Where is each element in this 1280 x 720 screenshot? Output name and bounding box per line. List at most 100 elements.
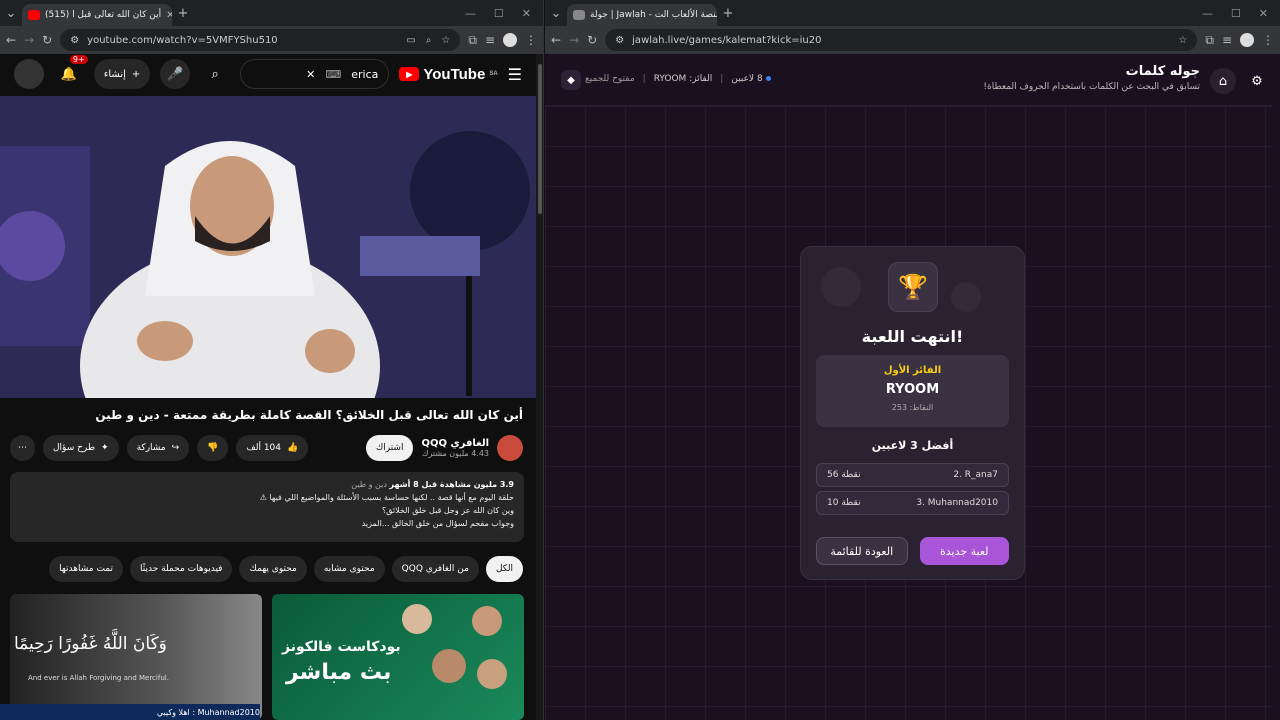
row-points: 10 نقطة <box>827 498 861 508</box>
hamburger-menu-icon[interactable]: ☰ <box>508 65 522 84</box>
channel-name[interactable]: الغافري QQQ <box>421 438 489 449</box>
video-description[interactable]: 3.9 مليون مشاهدة قبل 8 أشهر دين و طين حل… <box>10 472 524 542</box>
leaderboard-row: 56 نقطة 2. R_ana7 <box>816 463 1009 487</box>
desc-meta: 3.9 مليون مشاهدة قبل 8 أشهر دين و طين <box>20 478 514 491</box>
thumbnail-title: بودكاست فالكونز <box>282 639 401 655</box>
subscriber-count: 4.43 مليون مشترك <box>421 449 489 458</box>
minimize-icon[interactable]: — <box>1202 7 1213 20</box>
decor-circle <box>821 267 861 307</box>
forward-icon[interactable]: → <box>569 33 579 47</box>
extensions-icon[interactable]: ⧉ <box>468 33 477 48</box>
settings-gear-icon[interactable]: ⚙ <box>1244 68 1270 94</box>
extensions-icon[interactable]: ⧉ <box>1205 33 1214 48</box>
reload-icon[interactable]: ↻ <box>587 33 597 47</box>
media-icon[interactable]: ≡ <box>1222 33 1232 47</box>
dislike-button[interactable]: 👎 <box>197 435 229 461</box>
filter-chip[interactable]: من الغافري QQQ <box>391 556 479 582</box>
trophy-icon: 🏆 <box>888 262 938 312</box>
site-info-icon[interactable]: ⚙ <box>70 35 79 46</box>
cast-icon[interactable]: ▭ <box>406 35 415 46</box>
row-player: 2. R_ana7 <box>953 470 998 480</box>
youtube-header: 🔔 9+ إنشاء + 🎤 ⌕ ✕ ⌨ erica ▶ YouTube SA ☰ <box>0 54 536 94</box>
tab-search-icon[interactable]: ⌄ <box>0 2 22 24</box>
create-button[interactable]: إنشاء + <box>93 59 151 89</box>
video-player[interactable] <box>0 96 536 398</box>
clear-search-icon[interactable]: ✕ <box>306 68 315 81</box>
youtube-logo[interactable]: ▶ YouTube SA <box>399 65 498 83</box>
view-stats: 3.9 مليون مشاهدة قبل 8 أشهر <box>389 480 514 489</box>
new-game-button[interactable]: لعبة جديدة <box>919 537 1009 565</box>
channel-info: الغافري QQQ 4.43 مليون مشترك <box>421 435 523 461</box>
tab-search-icon[interactable]: ⌄ <box>545 2 567 24</box>
profile-avatar[interactable] <box>1240 33 1254 47</box>
like-button[interactable]: 👍 104 ألف <box>236 435 309 461</box>
forward-icon[interactable]: → <box>24 33 34 47</box>
separator: | <box>642 74 646 84</box>
maximize-icon[interactable]: ☐ <box>1231 7 1241 20</box>
profile-avatar[interactable] <box>503 33 517 47</box>
filter-chip-all[interactable]: الكل <box>485 556 523 582</box>
related-video-thumbnail[interactable]: بودكاست فالكونز بث مباشر <box>272 594 524 720</box>
jawlah-browser-window: ⌄ جولة | Jawlah - منصة الألعاب الت ✕ + —… <box>545 0 1280 720</box>
close-window-icon[interactable]: ✕ <box>522 7 531 20</box>
back-icon[interactable]: ← <box>551 33 561 47</box>
url-field[interactable]: ⚙ youtube.com/watch?v=5VMFYShu510 ▭ ⌕ ☆ <box>60 29 461 51</box>
kick-logo-icon[interactable]: ◆ <box>561 70 581 90</box>
window-controls: — ☐ ✕ <box>1202 7 1280 20</box>
filter-chip[interactable]: فيديوهات محملة حديثًا <box>130 556 233 582</box>
related-filters: الكل من الغافري QQQ محتوى مشابه محتوى يه… <box>10 556 523 582</box>
video-title: أين كان الله تعالى قبل الخلائق؟ القصة كا… <box>95 408 523 422</box>
notifications-bell-icon[interactable]: 🔔 9+ <box>54 55 88 89</box>
minimize-icon[interactable]: — <box>465 7 476 20</box>
keyboard-icon[interactable]: ⌨ <box>325 68 341 81</box>
tab-youtube[interactable]: (515) أين كان الله تعالى قبل ا ✕ <box>22 4 172 26</box>
search-icon[interactable]: ⌕ <box>200 59 230 89</box>
media-icon[interactable]: ≡ <box>485 33 495 47</box>
channel-avatar[interactable] <box>497 435 523 461</box>
menu-icon[interactable]: ⋮ <box>1262 33 1274 47</box>
youtube-favicon-icon <box>28 10 40 20</box>
more-actions-icon[interactable]: ⋯ <box>10 435 35 461</box>
page-scrollbar[interactable] <box>1272 54 1280 720</box>
voice-search-mic-icon[interactable]: 🎤 <box>160 59 191 89</box>
site-info-icon[interactable]: ⚙ <box>615 35 624 46</box>
new-tab-button[interactable]: + <box>172 2 194 24</box>
filter-chip[interactable]: محتوى مشابه <box>313 556 385 582</box>
winner-label: الفائز: RYOOM <box>653 74 713 84</box>
zoom-icon[interactable]: ⌕ <box>426 35 432 46</box>
address-bar-row: ← → ↻ ⚙ jawlah.live/games/kalemat?kick=i… <box>545 26 1280 54</box>
desc-line: وجواب مفحم لسؤال من خلق الخالق ...المزيد <box>20 517 514 530</box>
bookmark-star-icon[interactable]: ☆ <box>1178 35 1187 46</box>
bookmark-star-icon[interactable]: ☆ <box>441 35 450 46</box>
logo-text: YouTube <box>423 65 486 83</box>
new-tab-button[interactable]: + <box>717 2 739 24</box>
ask-button[interactable]: ✦ طرح سؤال <box>43 435 119 461</box>
related-video-thumbnail[interactable]: وَكَانَ اللَّهُ غَفُورًا رَحِيمًا And ev… <box>10 594 262 720</box>
reload-icon[interactable]: ↻ <box>42 33 52 47</box>
thumbnail-person <box>477 659 507 689</box>
desc-line: وين كان الله عز وجل قبل خلق الخلائق؟ <box>381 506 514 515</box>
filter-chip[interactable]: محتوى يهمك <box>239 556 307 582</box>
close-window-icon[interactable]: ✕ <box>1259 7 1268 20</box>
page-scrollbar[interactable] <box>536 54 543 720</box>
game-meta: 8 لاعبين | الفائز: RYOOM | مفتوح للجميع <box>585 74 771 84</box>
desc-line-text: وجواب مفحم لسؤال من خلق الخالق <box>392 519 514 528</box>
desc-tags[interactable]: دين و طين <box>351 480 387 489</box>
region-code: SA <box>489 71 498 77</box>
account-avatar[interactable] <box>14 59 44 89</box>
top-players-title: أفضل 3 لاعبين <box>871 439 954 452</box>
ask-label: طرح سؤال <box>53 443 96 453</box>
back-to-menu-button[interactable]: العودة للقائمة <box>816 537 908 565</box>
show-more-link[interactable]: ...المزيد <box>362 519 390 528</box>
scrollbar-thumb[interactable] <box>538 64 542 214</box>
menu-icon[interactable]: ⋮ <box>525 33 537 47</box>
url-field[interactable]: ⚙ jawlah.live/games/kalemat?kick=iu20 ☆ <box>605 29 1198 51</box>
tab-jawlah[interactable]: جولة | Jawlah - منصة الألعاب الت ✕ <box>567 4 717 26</box>
maximize-icon[interactable]: ☐ <box>494 7 504 20</box>
filter-chip[interactable]: تمت مشاهدتها <box>49 556 124 582</box>
share-button[interactable]: ↪ مشاركة <box>126 435 190 461</box>
search-input[interactable]: ✕ ⌨ erica <box>240 59 390 89</box>
home-icon[interactable]: ⌂ <box>1210 68 1236 94</box>
back-icon[interactable]: ← <box>6 33 16 47</box>
subscribe-button[interactable]: اشتراك <box>365 435 414 461</box>
